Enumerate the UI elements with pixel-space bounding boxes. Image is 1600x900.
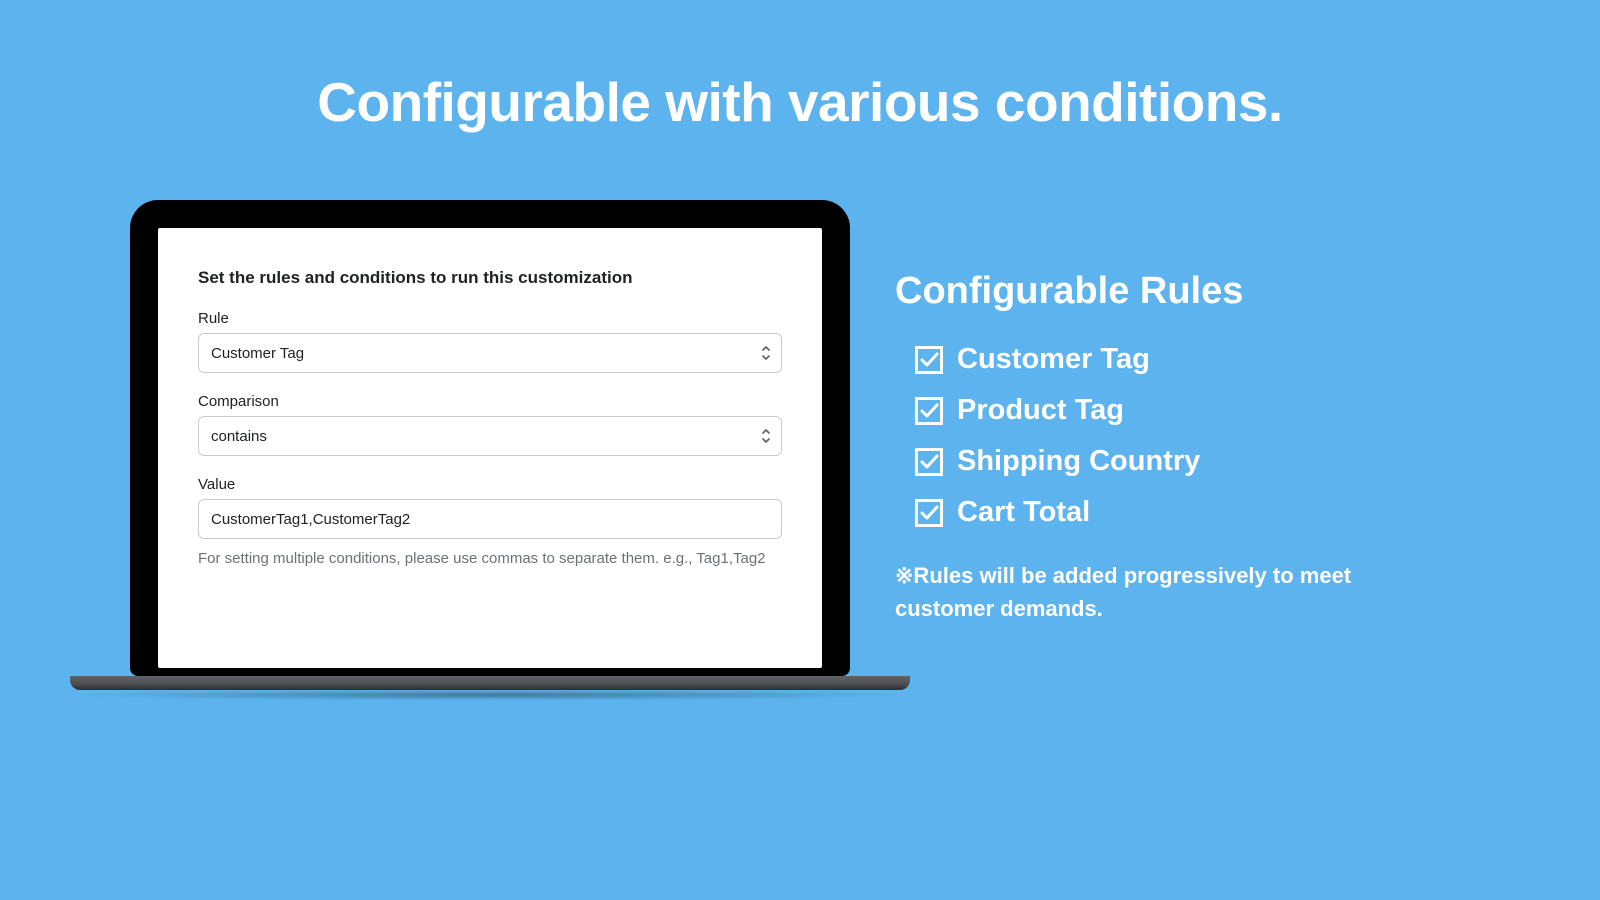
rules-panel: Configurable Rules Customer Tag Product … <box>895 270 1355 625</box>
rule-select-value: Customer Tag <box>211 345 304 362</box>
rule-item-label: Customer Tag <box>957 343 1150 376</box>
comparison-select-value: contains <box>211 428 267 445</box>
app-screen: Set the rules and conditions to run this… <box>158 228 822 668</box>
laptop-base <box>70 676 910 690</box>
comparison-select[interactable]: contains <box>198 416 782 456</box>
rule-item: Shipping Country <box>915 445 1355 478</box>
value-label: Value <box>198 476 782 493</box>
checkbox-checked-icon <box>915 499 943 527</box>
laptop-mockup: Set the rules and conditions to run this… <box>130 200 850 690</box>
rule-select[interactable]: Customer Tag <box>198 333 782 373</box>
checkbox-checked-icon <box>915 448 943 476</box>
comparison-label: Comparison <box>198 393 782 410</box>
value-input[interactable] <box>211 500 769 538</box>
checkbox-checked-icon <box>915 346 943 374</box>
rule-item: Product Tag <box>915 394 1355 427</box>
rule-item-label: Product Tag <box>957 394 1124 427</box>
rule-item-label: Shipping Country <box>957 445 1200 478</box>
rule-label: Rule <box>198 310 782 327</box>
rule-item: Customer Tag <box>915 343 1355 376</box>
checkbox-checked-icon <box>915 397 943 425</box>
rule-item-label: Cart Total <box>957 496 1090 529</box>
value-helper-text: For setting multiple conditions, please … <box>198 547 782 570</box>
laptop-frame: Set the rules and conditions to run this… <box>130 200 850 676</box>
rules-note: ※Rules will be added progressively to me… <box>895 559 1355 625</box>
value-input-wrapper <box>198 499 782 539</box>
rule-item: Cart Total <box>915 496 1355 529</box>
form-section-title: Set the rules and conditions to run this… <box>198 268 782 288</box>
page-headline: Configurable with various conditions. <box>0 70 1600 134</box>
rules-heading: Configurable Rules <box>895 270 1355 313</box>
